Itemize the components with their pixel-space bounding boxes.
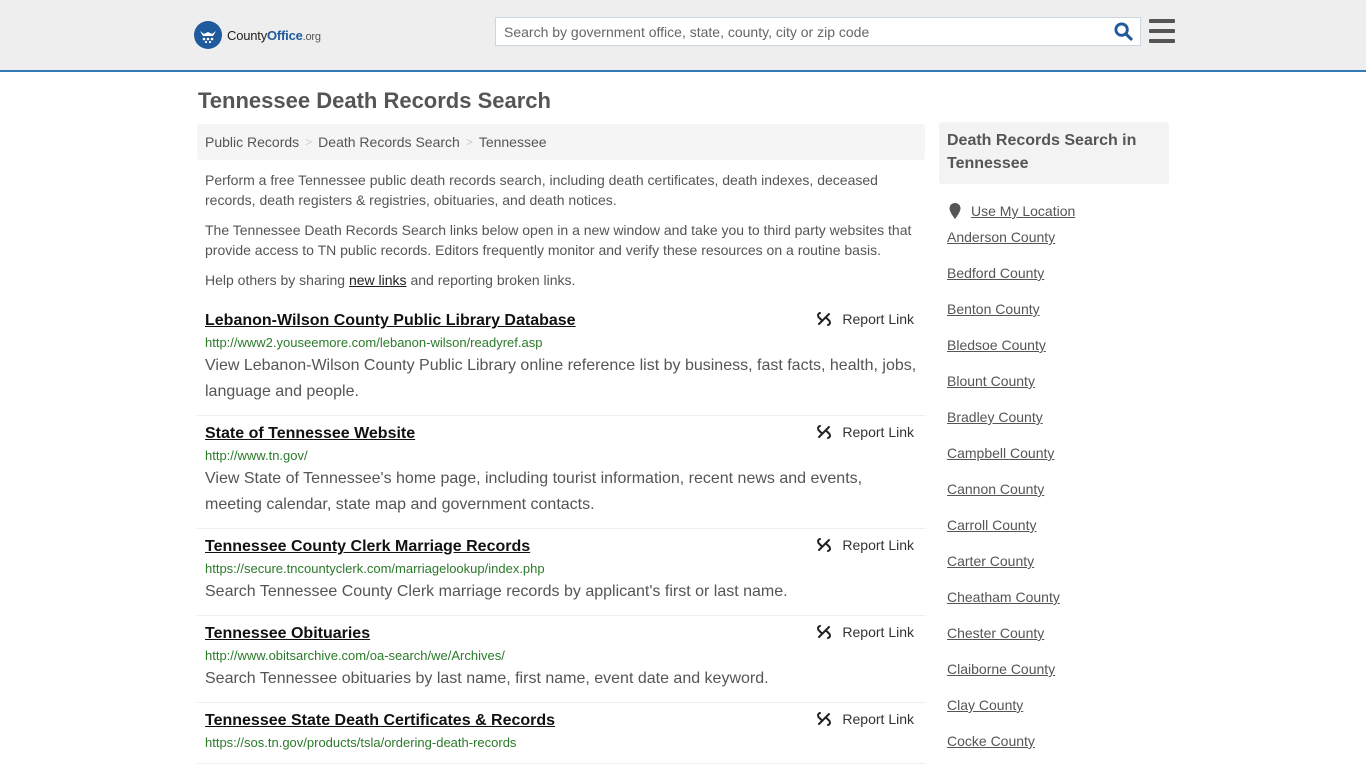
- new-links-link[interactable]: new links: [349, 272, 407, 288]
- county-item: Bedford County: [947, 255, 1169, 291]
- hamburger-menu-icon[interactable]: [1149, 19, 1175, 43]
- result-url: http://www.tn.gov/: [205, 448, 308, 463]
- county-item: Cocke County: [947, 723, 1169, 759]
- menu-bar: [1149, 39, 1175, 43]
- breadcrumb: Public Records > Death Records Search > …: [197, 124, 925, 160]
- breadcrumb-separator: >: [305, 135, 313, 149]
- use-my-location-link[interactable]: Use My Location: [971, 203, 1075, 219]
- county-item: Carroll County: [947, 507, 1169, 543]
- county-item: Anderson County: [947, 219, 1169, 255]
- county-link[interactable]: Campbell County: [947, 445, 1054, 461]
- county-item: Clay County: [947, 687, 1169, 723]
- result-description: Search Tennessee County Clerk marriage r…: [205, 583, 788, 600]
- sidebar-heading: Death Records Search in Tennessee: [939, 122, 1169, 184]
- menu-bar: [1149, 19, 1175, 23]
- breadcrumb-public-records[interactable]: Public Records: [205, 134, 299, 150]
- search-icon: [1113, 22, 1133, 41]
- county-link[interactable]: Cocke County: [947, 733, 1035, 749]
- logo-link[interactable]: CountyOffice.org: [194, 20, 321, 50]
- county-list: Anderson County Bedford County Benton Co…: [939, 219, 1169, 759]
- report-link-button[interactable]: Report Link: [816, 311, 914, 327]
- county-link[interactable]: Benton County: [947, 301, 1040, 317]
- menu-bar: [1149, 29, 1175, 33]
- result-url: https://sos.tn.gov/products/tsla/orderin…: [205, 735, 517, 750]
- broken-link-icon: [817, 312, 832, 326]
- results-list: Lebanon-Wilson County Public Library Dat…: [197, 303, 925, 764]
- breadcrumb-death-records-search[interactable]: Death Records Search: [318, 134, 460, 150]
- result-description: View State of Tennessee's home page, inc…: [205, 470, 863, 513]
- breadcrumb-tennessee[interactable]: Tennessee: [479, 134, 547, 150]
- result-url: https://secure.tncountyclerk.com/marriag…: [205, 561, 545, 576]
- eagle-logo-icon: [194, 21, 222, 49]
- county-item: Bradley County: [947, 399, 1169, 435]
- county-item: Claiborne County: [947, 651, 1169, 687]
- county-link[interactable]: Anderson County: [947, 229, 1055, 245]
- report-link-button[interactable]: Report Link: [816, 711, 914, 727]
- result-url: http://www2.youseemore.com/lebanon-wilso…: [205, 335, 543, 350]
- broken-link-icon: [817, 625, 832, 639]
- broken-link-icon: [817, 538, 832, 552]
- search-bar: [495, 17, 1141, 46]
- county-item: Benton County: [947, 291, 1169, 327]
- logo-text: CountyOffice.org: [227, 27, 321, 43]
- county-link[interactable]: Cheatham County: [947, 589, 1060, 605]
- county-link[interactable]: Bedford County: [947, 265, 1044, 281]
- result-title-link[interactable]: Lebanon-Wilson County Public Library Dat…: [205, 310, 576, 332]
- result-title-link[interactable]: State of Tennessee Website: [205, 423, 415, 445]
- intro-paragraph: Perform a free Tennessee public death re…: [205, 172, 878, 208]
- use-my-location: Use My Location: [949, 203, 1169, 219]
- result-title-link[interactable]: Tennessee Obituaries: [205, 623, 370, 645]
- result-description: Search Tennessee obituaries by last name…: [205, 670, 769, 687]
- result-description: View Lebanon-Wilson County Public Librar…: [205, 357, 917, 400]
- report-link-button[interactable]: Report Link: [816, 624, 914, 640]
- county-link[interactable]: Clay County: [947, 697, 1023, 713]
- report-link-button[interactable]: Report Link: [816, 424, 914, 440]
- breadcrumb-separator: >: [465, 135, 473, 149]
- county-link[interactable]: Chester County: [947, 625, 1044, 641]
- county-link[interactable]: Bradley County: [947, 409, 1043, 425]
- county-item: Bledsoe County: [947, 327, 1169, 363]
- county-item: Chester County: [947, 615, 1169, 651]
- result-item: Tennessee Obituaries Report Link http://…: [197, 616, 925, 703]
- county-item: Cheatham County: [947, 579, 1169, 615]
- result-item: Tennessee State Death Certificates & Rec…: [197, 703, 925, 764]
- page-title: Tennessee Death Records Search: [198, 88, 551, 113]
- search-button[interactable]: [1106, 18, 1140, 45]
- county-link[interactable]: Claiborne County: [947, 661, 1055, 677]
- county-item: Cannon County: [947, 471, 1169, 507]
- county-link[interactable]: Carter County: [947, 553, 1034, 569]
- county-link[interactable]: Bledsoe County: [947, 337, 1046, 353]
- report-link-button[interactable]: Report Link: [816, 537, 914, 553]
- broken-link-icon: [817, 712, 832, 726]
- county-item: Carter County: [947, 543, 1169, 579]
- search-input[interactable]: [496, 18, 1106, 45]
- county-link[interactable]: Blount County: [947, 373, 1035, 389]
- result-title-link[interactable]: Tennessee County Clerk Marriage Records: [205, 536, 530, 558]
- sidebar: Death Records Search in Tennessee Use My…: [939, 122, 1169, 759]
- broken-link-icon: [817, 425, 832, 439]
- site-header: CountyOffice.org: [0, 0, 1366, 72]
- result-title-link[interactable]: Tennessee State Death Certificates & Rec…: [205, 710, 555, 732]
- county-link[interactable]: Cannon County: [947, 481, 1044, 497]
- result-item: State of Tennessee Website Report Link h…: [197, 416, 925, 529]
- result-url: http://www.obitsarchive.com/oa-search/we…: [205, 648, 505, 663]
- intro-paragraph: Help others by sharing new links and rep…: [205, 272, 576, 288]
- location-pin-icon: [949, 203, 961, 219]
- intro-text: Perform a free Tennessee public death re…: [205, 170, 920, 300]
- intro-paragraph: The Tennessee Death Records Search links…: [205, 222, 912, 258]
- county-item: Campbell County: [947, 435, 1169, 471]
- result-item: Tennessee County Clerk Marriage Records …: [197, 529, 925, 616]
- county-link[interactable]: Carroll County: [947, 517, 1036, 533]
- county-item: Blount County: [947, 363, 1169, 399]
- result-item: Lebanon-Wilson County Public Library Dat…: [197, 303, 925, 416]
